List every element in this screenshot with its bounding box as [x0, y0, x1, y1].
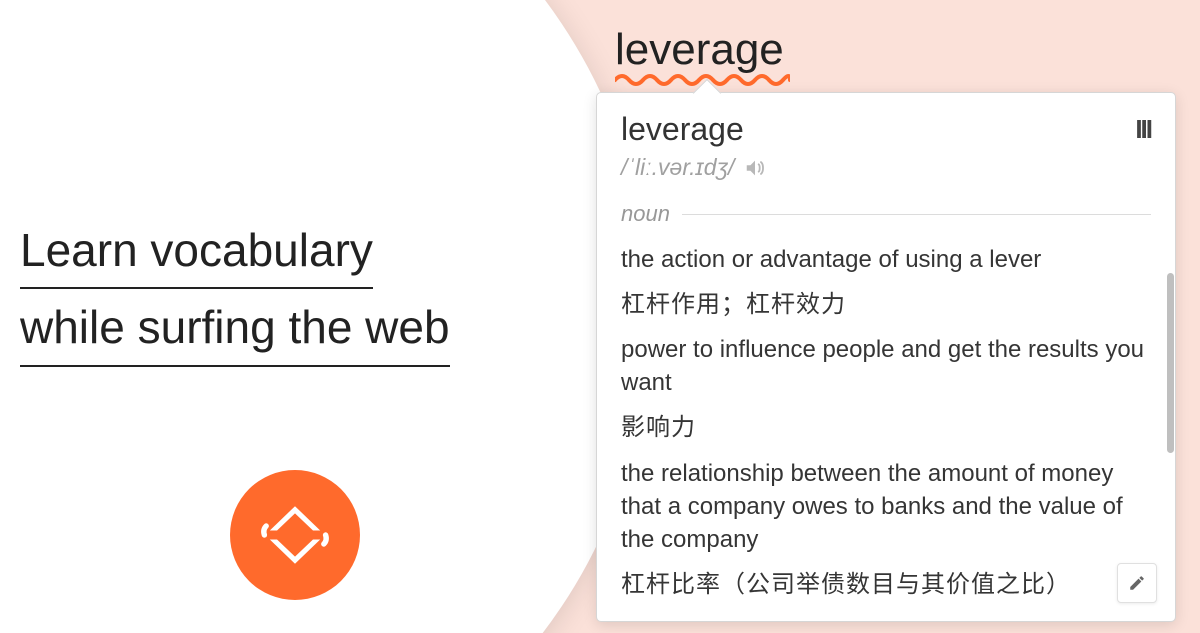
definition-en: the action or advantage of using a lever: [621, 243, 1151, 276]
definition-zh: 影响力: [621, 411, 1151, 444]
logo-circle: [230, 470, 360, 600]
edit-button[interactable]: [1117, 563, 1157, 603]
popup-body[interactable]: noun the action or advantage of using a …: [597, 195, 1175, 615]
scrollbar-thumb[interactable]: [1167, 273, 1174, 453]
audio-icon[interactable]: [744, 157, 766, 179]
definition-zh: 杠杆比率（公司举债数目与其价值之比）: [621, 568, 1151, 601]
popup-title: leverage: [621, 111, 744, 148]
tagline-line-1: Learn vocabulary: [20, 215, 373, 289]
definition-zh: 杠杆作用；杠杆效力: [621, 288, 1151, 321]
tagline-line-2: while surfing the web: [20, 292, 450, 366]
logo-glyph: [250, 490, 340, 580]
tagline: Learn vocabulary while surfing the web: [20, 215, 520, 367]
app-logo: [230, 470, 360, 600]
part-of-speech-row: noun: [621, 201, 1151, 227]
part-of-speech: noun: [621, 201, 670, 227]
definition-en: the relationship between the amount of m…: [621, 457, 1151, 556]
dictionary-popup: leverage III /ˈliː.vər.ɪdʒ/ noun the act…: [596, 92, 1176, 622]
divider-line: [682, 214, 1151, 215]
pencil-icon: [1128, 574, 1146, 592]
popup-header: leverage III: [597, 93, 1175, 152]
menu-icon[interactable]: III: [1135, 114, 1151, 145]
definition-en: power to influence people and get the re…: [621, 333, 1151, 399]
pronunciation-row: /ˈliː.vər.ɪdʒ/: [597, 152, 1175, 195]
pronunciation-text: /ˈliː.vər.ɪdʒ/: [621, 154, 734, 181]
highlighted-word[interactable]: leverage: [615, 25, 784, 75]
